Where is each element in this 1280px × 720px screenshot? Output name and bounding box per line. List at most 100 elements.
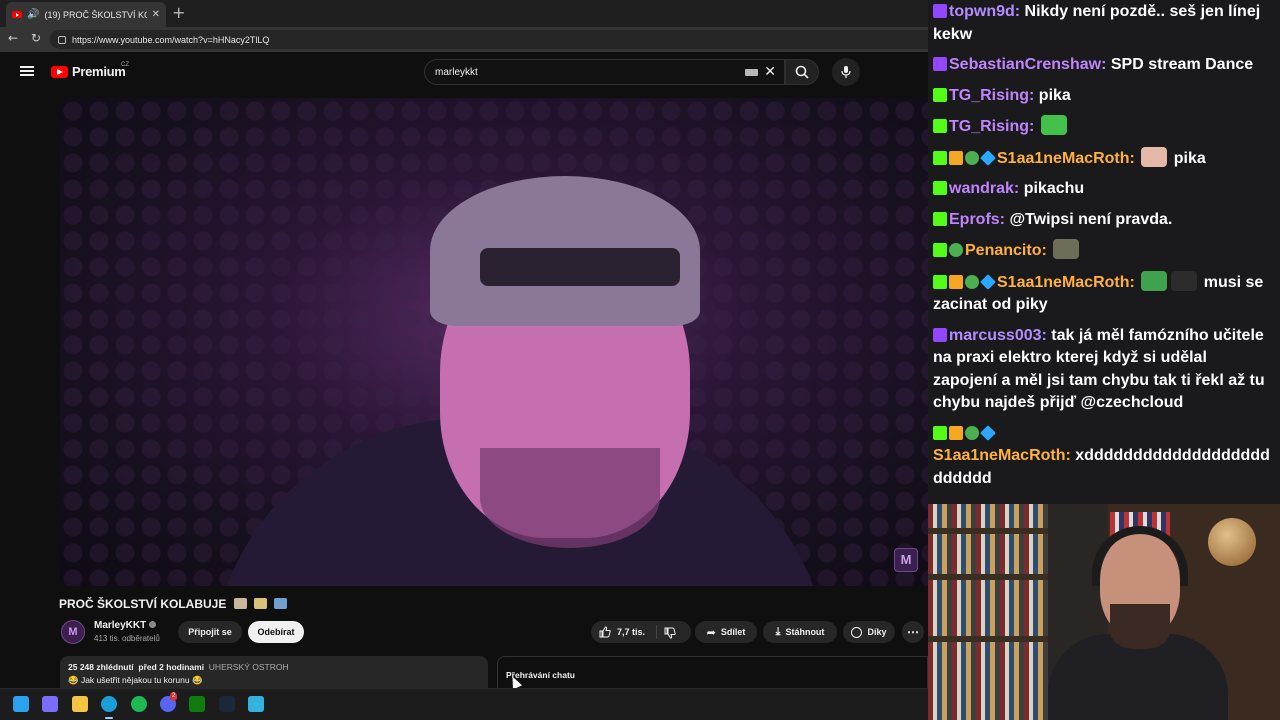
chat-username[interactable]: S1aa1neMacRoth: [997, 274, 1130, 291]
webcam-feed: [928, 504, 1280, 720]
speaker-icon[interactable]: 🔊: [27, 9, 39, 20]
chat-username[interactable]: wandrak: [949, 180, 1014, 197]
chat-username[interactable]: Penancito: [965, 242, 1041, 259]
chat-emote-icon[interactable]: [1141, 146, 1168, 167]
avatar[interactable]: M: [61, 620, 85, 644]
close-icon[interactable]: ✕: [152, 9, 160, 20]
chat-message: S1aa1neMacRoth: musi se zacinat od piky: [933, 270, 1274, 317]
edge-icon[interactable]: [101, 696, 118, 712]
logo-text: Premium: [72, 64, 126, 79]
chat-username[interactable]: Eprofs: [949, 211, 1000, 228]
chat-message-text: SPD stream Dance: [1110, 56, 1254, 73]
chat-emote-icon[interactable]: [1053, 239, 1080, 259]
reload-icon[interactable]: ↻: [31, 31, 41, 45]
site-info-icon[interactable]: [58, 35, 66, 44]
chat-username-colon: :: [1029, 118, 1039, 135]
steam-icon[interactable]: [218, 696, 235, 712]
file-explorer-icon[interactable]: [71, 696, 88, 712]
shelf-board: [928, 574, 1048, 580]
youtube-logo[interactable]: Premium: [51, 64, 126, 79]
chat-emote-icon[interactable]: [1171, 270, 1198, 291]
join-button[interactable]: Připojit se: [178, 621, 242, 643]
description-box[interactable]: 25 248 zhlédnutí před 2 hodinami UHERSKÝ…: [60, 656, 488, 688]
more-actions-button[interactable]: ⋯: [902, 621, 924, 643]
chat-username-colon: :: [1014, 3, 1025, 20]
chat-username[interactable]: SebastianCrenshaw: [949, 56, 1101, 73]
chat-username[interactable]: marcuss003: [949, 327, 1042, 344]
like-button[interactable]: 7,7 tis.: [591, 621, 691, 643]
share-button[interactable]: ➦ Sdílet: [695, 621, 757, 643]
notepad-icon[interactable]: [248, 696, 265, 712]
chat-username-colon: :: [1013, 180, 1024, 197]
chat-username-colon: :: [1129, 273, 1140, 291]
voice-search-button[interactable]: [832, 58, 860, 86]
video-title-text: PROČ ŠKOLSTVÍ KOLABUJE: [59, 597, 227, 611]
new-tab-button[interactable]: +: [172, 3, 185, 22]
crown-badge-icon: [949, 150, 963, 165]
back-arrow-icon[interactable]: ←: [8, 31, 18, 45]
kick-badge-icon: [933, 243, 947, 257]
active-app-indicator: [105, 717, 114, 719]
notification-count-badge: 2: [170, 692, 178, 701]
chat-message: Eprofs: @Twipsi není pravda.: [933, 209, 1274, 232]
chat-username-colon: :: [1041, 242, 1052, 259]
chat-emote-icon[interactable]: [1040, 115, 1067, 135]
chat-message: Penancito:: [933, 239, 1274, 263]
search-button[interactable]: [785, 59, 819, 85]
share-icon: ➦: [706, 625, 716, 639]
gamepass-icon[interactable]: [189, 696, 206, 712]
subscribe-button[interactable]: Odebírat: [248, 621, 304, 643]
spotify-icon[interactable]: [130, 696, 147, 712]
browser-tab[interactable]: 🔊 (19) PROČ ŠKOLSTVÍ KOLABU ✕: [6, 2, 166, 27]
kick-badge-icon: [933, 211, 947, 226]
thanks-label: Díky: [867, 627, 887, 637]
channel-name[interactable]: MarleyKKT: [94, 620, 157, 631]
building-emoji-icon: [233, 598, 247, 609]
thanks-button[interactable]: Díky: [843, 621, 895, 643]
chat-username[interactable]: S1aa1neMacRoth: [997, 150, 1130, 167]
menu-icon[interactable]: [20, 66, 34, 76]
search-input[interactable]: marleykkt ✕: [424, 59, 785, 85]
video-player[interactable]: M: [60, 98, 928, 586]
chat-username-colon: :: [1065, 447, 1076, 464]
stream-chat-overlay: topwn9d: Nikdy není pozdě.. seš jen líne…: [928, 0, 1280, 504]
chat-message: S1aa1neMacRoth: xddddddddddddddddddd ddd…: [933, 423, 1274, 491]
url-field[interactable]: https://www.youtube.com/watch?v=hHNacy2T…: [50, 30, 928, 49]
verified-icon: [149, 621, 157, 628]
url-text: https://www.youtube.com/watch?v=hHNacy2T…: [72, 34, 270, 45]
view-count: 25 248 zhlédnutí: [68, 662, 134, 672]
chat-message: S1aa1neMacRoth: pika: [933, 146, 1274, 171]
streamer-beard: [1110, 604, 1170, 649]
pencil-emoji-icon: [254, 598, 268, 609]
chat-username[interactable]: TG_Rising: [949, 87, 1029, 104]
chat-replay-panel[interactable]: Přehrávání chatu: [497, 656, 928, 688]
clear-search-icon[interactable]: ✕: [764, 64, 776, 80]
share-label: Sdílet: [720, 627, 746, 637]
thumbs-down-icon[interactable]: [664, 627, 676, 639]
chat-emote-icon[interactable]: [1141, 270, 1168, 291]
chat-message: marcuss003: tak já měl famózního učitele…: [933, 325, 1274, 415]
youtube-favicon-icon: [12, 11, 22, 18]
kick-badge-icon: [933, 150, 947, 165]
chat-username[interactable]: TG_Rising: [949, 118, 1029, 135]
chat-message-text: pikachu: [1023, 180, 1085, 197]
chat-username[interactable]: topwn9d: [949, 3, 1015, 20]
location-tag[interactable]: UHERSKÝ OSTROH: [209, 662, 289, 672]
region-code: CZ: [121, 62, 129, 68]
windows-start-icon[interactable]: [13, 696, 29, 712]
chat-username[interactable]: S1aa1neMacRoth: [933, 447, 1066, 464]
keyboard-icon[interactable]: [745, 68, 759, 76]
super-thanks-icon: [851, 626, 863, 638]
kick-badge-icon: [933, 274, 947, 289]
download-button[interactable]: ⤓ Stáhnout: [763, 621, 837, 643]
kick-badge-icon: [933, 119, 947, 133]
microphone-icon: [841, 66, 851, 78]
chat-username-colon: :: [1029, 86, 1039, 104]
browser-tab-strip: 🔊 (19) PROČ ŠKOLSTVÍ KOLABU ✕ +: [0, 0, 928, 27]
channel-watermark[interactable]: M: [894, 548, 918, 572]
copilot-icon[interactable]: [42, 696, 59, 712]
search-value: marleykkt: [435, 66, 478, 78]
cube-badge-icon: [980, 273, 996, 290]
like-count: 7,7 tis.: [617, 627, 646, 637]
download-label: Stáhnout: [785, 627, 825, 637]
